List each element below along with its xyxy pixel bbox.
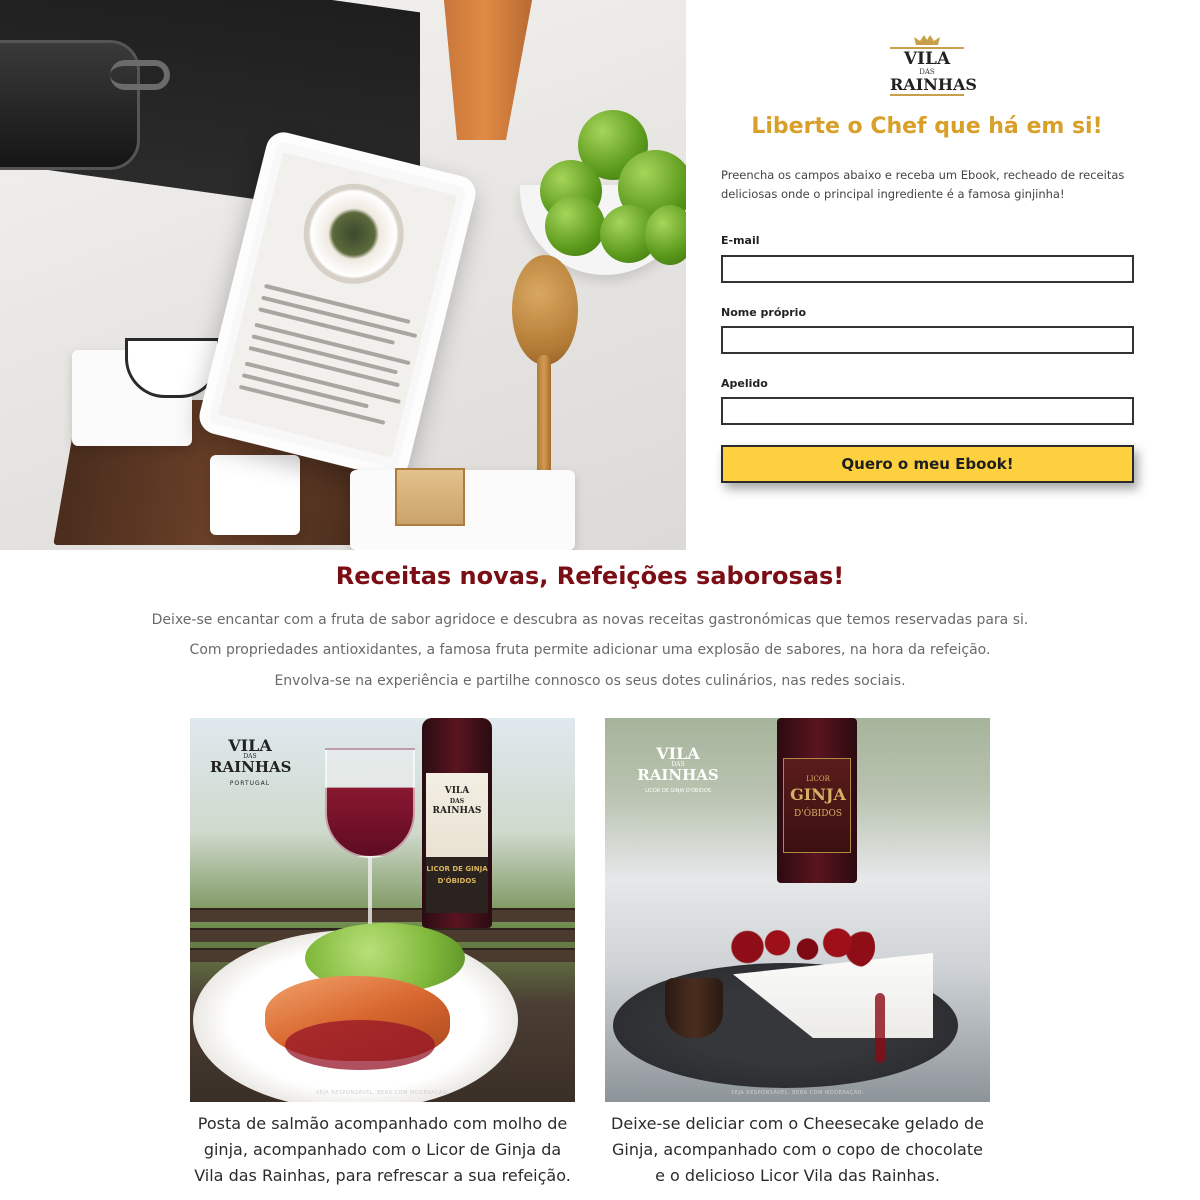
first-name-field[interactable] <box>721 326 1134 354</box>
recipe-plate-image <box>293 173 415 295</box>
salmon-recipe-caption: Posta de salmão acompanhado com molho de… <box>194 1114 571 1185</box>
cooking-pot <box>0 40 140 170</box>
logo-text-line1: VILA <box>903 49 951 69</box>
recipes-intro-line: Envolva-se na experiência e partilhe con… <box>274 673 906 689</box>
bottle-label-line3: RAINHAS <box>432 806 482 816</box>
wooden-spoon <box>512 255 578 365</box>
vila-das-rainhas-logo[interactable]: VILA DAS RAINHAS <box>890 34 977 106</box>
bottle-label-origin: D'ÓBIDOS <box>437 877 477 885</box>
ginja-sauce <box>285 1020 435 1070</box>
responsibility-note: SEJA RESPONSÁVEL. BEBA COM MODERAÇÃO. <box>730 1090 864 1096</box>
photo-brand-logo: VILA DAS RAINHAS PORTUGAL <box>210 736 292 787</box>
responsibility-note: SEJA RESPONSÁVEL. BEBA COM MODERAÇÃO. <box>315 1090 449 1096</box>
bottle-label-product: LICOR DE GINJA <box>426 865 488 873</box>
photo-logo-line4: PORTUGAL <box>229 780 271 787</box>
crown-icon <box>914 35 940 45</box>
cheesecake-recipe-photo: VILA DAS RAINHAS LICOR DE GINJA D'ÓBIDOS… <box>605 718 990 1102</box>
last-name-label: Apelido <box>721 377 768 390</box>
bottle-label-line2: DAS <box>449 798 465 805</box>
first-name-label: Nome próprio <box>721 306 806 319</box>
salmon-recipe-photo: VILA DAS RAINHAS PORTUGAL VILA DAS RAINH… <box>190 718 575 1102</box>
sauce-drip <box>875 993 885 1063</box>
matchbox <box>395 468 465 526</box>
pot-handle <box>110 60 170 90</box>
ginja-label-line3: D'ÓBIDOS <box>794 809 842 819</box>
photo-logo-line3: RAINHAS <box>637 766 719 784</box>
bottle-label: VILA DAS RAINHAS LICOR DE GINJA D'ÓBIDOS <box>426 773 488 913</box>
ebook-signup-panel: VILA DAS RAINHAS Liberte o Chef que há e… <box>686 0 1200 550</box>
recipes-intro-line: Deixe-se encantar com a fruta de sabor a… <box>151 612 1029 628</box>
recipes-intro-line: Com propriedades antioxidantes, a famosa… <box>189 642 991 658</box>
ginja-label-line1: LICOR <box>806 775 830 783</box>
coffee-maker <box>443 0 534 140</box>
last-name-field[interactable] <box>721 397 1134 425</box>
logo-rule <box>890 94 964 96</box>
get-ebook-button[interactable]: Quero o meu Ebook! <box>721 445 1134 483</box>
email-label: E-mail <box>721 234 760 247</box>
logo-text-line3: RAINHAS <box>890 75 977 94</box>
bottle-label-line1: VILA <box>444 786 470 796</box>
hero-kitchen-photo <box>0 0 686 550</box>
cherry-topping <box>725 926 875 968</box>
photo-logo-line4: LICOR DE GINJA D'ÓBIDOS <box>645 788 711 794</box>
tablet-screen <box>217 152 458 458</box>
tablet-stand <box>210 455 300 535</box>
ginja-label-line2: GINJA <box>790 785 846 804</box>
chocolate-cup <box>665 978 723 1038</box>
lime <box>545 196 605 256</box>
photo-logo-line1: VILA <box>656 744 700 763</box>
form-title: Liberte o Chef que há em si! <box>751 114 1103 139</box>
form-intro: Preencha os campos abaixo e receba um Eb… <box>721 168 1125 201</box>
wine-glass <box>325 748 415 858</box>
photo-brand-logo: VILA DAS RAINHAS LICOR DE GINJA D'ÓBIDOS <box>633 746 723 794</box>
ginja-bottle-label: LICOR GINJA D'ÓBIDOS <box>783 758 851 853</box>
deck-plank <box>190 908 575 922</box>
photo-logo-line1: VILA <box>228 736 272 755</box>
photo-logo-line3: RAINHAS <box>210 758 292 776</box>
email-field[interactable] <box>721 255 1134 283</box>
cheesecake-recipe-caption: Deixe-se deliciar com o Cheesecake gelad… <box>611 1114 984 1185</box>
recipes-section-title: Receitas novas, Refeições saborosas! <box>335 562 845 590</box>
